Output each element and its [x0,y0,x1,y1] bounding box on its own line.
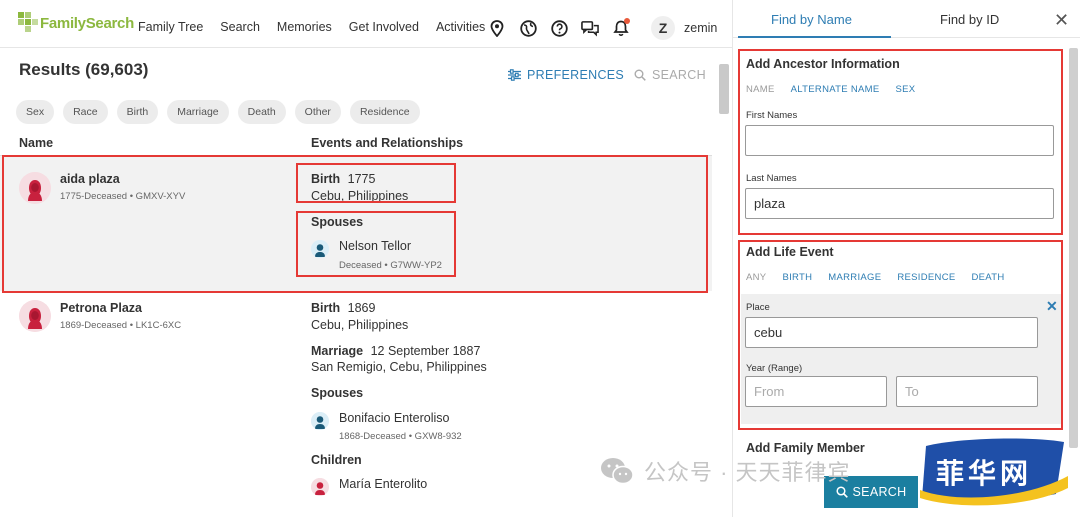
fhw-logo-text: 菲华网 [936,457,1033,490]
filter-chip-sex[interactable]: Sex [16,100,55,124]
bell-icon[interactable] [612,18,630,37]
highlight-ancestor-box [738,49,1063,235]
search-label: SEARCH [652,68,706,82]
nav-memories[interactable]: Memories [277,20,332,34]
notification-dot [624,18,630,24]
child-name[interactable]: María Enterolito [339,477,427,491]
chat-icon[interactable] [581,19,599,37]
tab-find-by-id[interactable]: Find by ID [940,12,999,27]
female-avatar-icon [19,300,51,332]
marriage-date: 12 September 1887 [370,344,481,358]
preferences-button[interactable]: PREFERENCES [508,68,624,82]
filter-chip-other[interactable]: Other [294,100,341,124]
nav-get-involved[interactable]: Get Involved [349,20,419,34]
family-member-section-title: Add Family Member [746,441,865,455]
children-label: Children [311,453,362,467]
tree-logo-icon [18,12,38,34]
filter-chip-marriage[interactable]: Marriage [167,100,229,124]
logo-text: FamilySearch [40,14,134,32]
column-header-name: Name [19,136,54,150]
filter-chip-residence[interactable]: Residence [349,100,420,124]
search-icon [835,486,848,498]
familysearch-logo[interactable]: FamilySearch [18,9,134,37]
filter-chips: Sex Race Birth Marriage Death Other Resi… [16,100,429,124]
watermark-text: 公众号 · 天天菲律宾 [644,460,851,485]
spouse-name[interactable]: Bonifacio Enteroliso [339,411,449,425]
spouse-meta: 1868-Deceased • GXW8-932 [339,431,462,442]
filter-chip-race[interactable]: Race [63,100,108,124]
birth-place: Cebu, Philippines [311,318,409,332]
panel-scrollbar[interactable] [1069,48,1078,448]
highlight-life-event-box [738,240,1063,430]
tab-find-by-name[interactable]: Find by Name [771,12,852,27]
refine-search-button[interactable]: SEARCH [634,68,706,82]
location-pin-icon[interactable] [488,19,506,37]
results-count-title: Results (69,603) [19,60,149,79]
highlight-spouse-box [296,211,456,277]
user-avatar[interactable]: Z [651,16,675,40]
person-name[interactable]: Petrona Plaza [60,301,142,315]
help-icon[interactable] [550,19,568,37]
search-icon [634,69,646,81]
preferences-label: PREFERENCES [527,68,625,82]
male-avatar-icon [311,412,329,430]
search-button-label: SEARCH [852,485,907,499]
close-icon[interactable]: ✕ [1054,10,1069,31]
filter-chip-birth[interactable]: Birth [116,100,159,124]
marriage-label: Marriage [311,344,364,358]
nav-search[interactable]: Search [220,20,260,34]
wechat-icon [601,458,634,485]
birth-label: Birth [311,301,341,315]
female-child-avatar-icon [311,478,329,496]
sliders-icon [508,69,521,81]
globe-icon[interactable] [519,19,537,37]
username[interactable]: zemin [684,21,717,35]
marriage-place: San Remigio, Cebu, Philippines [311,360,487,374]
top-nav: FamilySearch Family Tree Search Memories… [0,0,732,48]
column-header-events: Events and Relationships [311,136,464,150]
nav-activities[interactable]: Activities [436,20,485,34]
wechat-watermark: 公众号 · 天天菲律宾 [598,455,851,487]
marriage-event: Marriage 12 September 1887 [311,344,480,358]
nav-family-tree[interactable]: Family Tree [138,20,203,34]
person-meta: 1869-Deceased • LK1C-6XC [60,320,182,331]
filter-chip-death[interactable]: Death [237,100,286,124]
birth-year: 1869 [347,301,376,315]
highlight-birth-box [296,163,456,203]
results-scrollbar[interactable] [719,64,729,114]
active-tab-indicator [738,36,891,38]
spouses-label: Spouses [311,386,364,400]
birth-event: Birth 1869 [311,301,375,315]
